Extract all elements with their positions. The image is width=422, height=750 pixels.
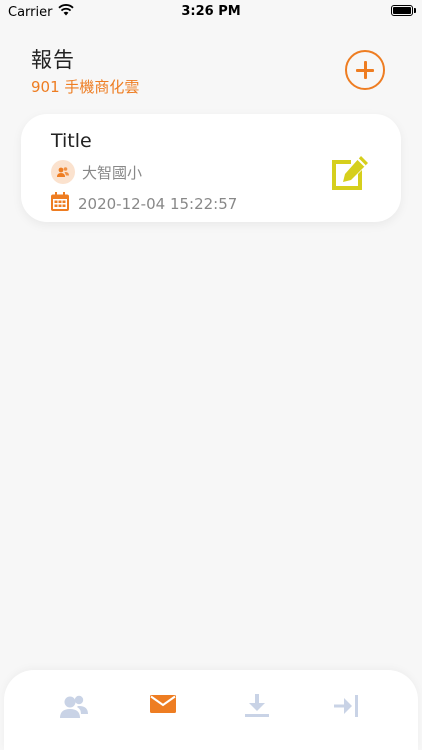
status-bar: Carrier 3:26 PM — [0, 0, 422, 24]
edit-report-button[interactable] — [329, 154, 371, 192]
edit-icon — [332, 156, 368, 190]
tab-users[interactable] — [60, 694, 90, 720]
report-card[interactable]: Title 大智國小 2020-12-04 15:22:57 — [21, 114, 401, 222]
tab-mail[interactable] — [150, 694, 180, 720]
tab-bar — [4, 670, 418, 750]
add-report-button[interactable] — [345, 50, 385, 90]
report-datetime: 2020-12-04 15:22:57 — [78, 194, 238, 213]
calendar-icon — [51, 192, 69, 215]
tab-download[interactable] — [244, 694, 274, 720]
status-time: 3:26 PM — [181, 4, 241, 19]
users-icon — [60, 695, 88, 718]
battery-icon — [391, 5, 416, 16]
report-date-row: 2020-12-04 15:22:57 — [51, 192, 237, 215]
page-subtitle: 901 手機商化雲 — [31, 78, 140, 96]
page-title: 報告 — [31, 48, 75, 72]
logout-icon — [334, 695, 358, 717]
report-organization-row: 大智國小 — [51, 160, 142, 184]
download-icon — [245, 694, 269, 717]
mail-icon — [150, 695, 176, 713]
tab-logout[interactable] — [334, 694, 364, 720]
report-title: Title — [51, 130, 92, 152]
report-organization: 大智國小 — [82, 163, 143, 182]
user-group-icon — [51, 160, 75, 184]
